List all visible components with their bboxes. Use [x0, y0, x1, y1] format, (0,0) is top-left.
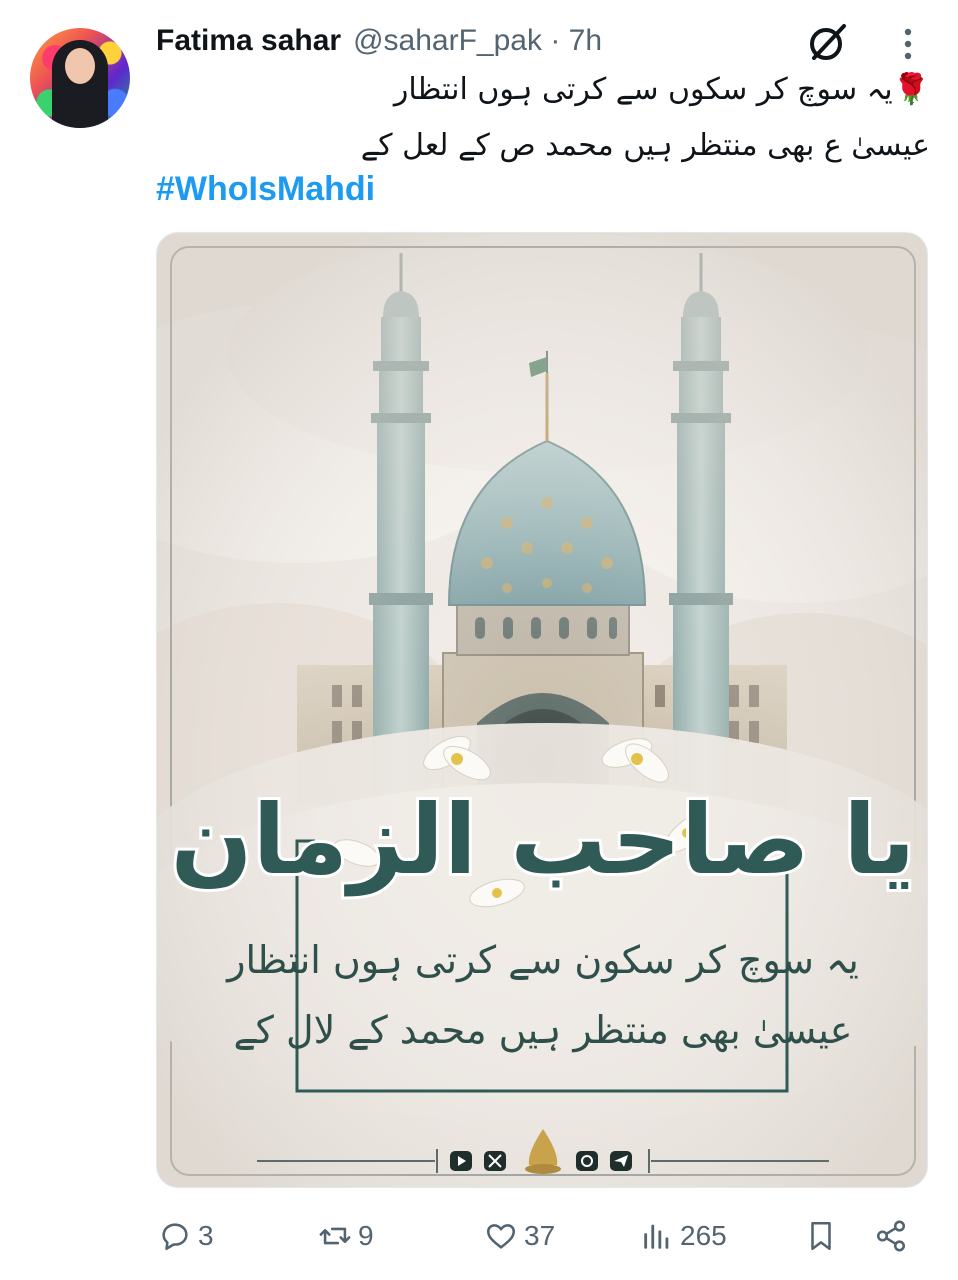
bookmark-button[interactable] [804, 1206, 838, 1266]
share-button[interactable] [874, 1206, 908, 1266]
telegram-icon [610, 1151, 632, 1171]
display-name[interactable]: Fatima sahar [156, 24, 341, 58]
reply-button[interactable]: 3 [158, 1206, 214, 1266]
avatar-face [65, 48, 95, 84]
mosque-illustration: یا صاحب الزمان یہ سوچ کر سکون سے کرتی ہو… [157, 233, 927, 1187]
reply-icon [162, 1223, 188, 1251]
action-bar: 3 9 37 265 [0, 1206, 958, 1266]
share-icon [876, 1220, 906, 1252]
reply-count: 3 [198, 1220, 214, 1251]
rose-emoji: 🌹 [892, 72, 930, 107]
poem-line-1: یہ سوچ کر سکون سے کرتی ہوں انتظار [225, 938, 859, 983]
author-row: Fatima sahar @saharF_pak · 7h [156, 24, 602, 64]
views-button[interactable]: 265 [640, 1206, 727, 1266]
post-time[interactable]: 7h [569, 24, 602, 57]
tweet-text-line-2: عیسیٰ ع بھی منتظر ہیں محمد ص کے لعل کے [360, 128, 930, 163]
avatar[interactable] [30, 28, 130, 128]
instagram-icon [576, 1151, 598, 1171]
x-logo-icon [484, 1151, 506, 1171]
repost-button[interactable]: 9 [318, 1206, 374, 1266]
like-button[interactable]: 37 [484, 1206, 555, 1266]
more-options-icon[interactable] [896, 24, 920, 64]
view-count: 265 [680, 1220, 727, 1251]
separator-dot: · [550, 24, 561, 57]
youtube-icon [450, 1151, 472, 1171]
calligraphy-text: یا صاحب الزمان [171, 784, 916, 896]
like-count: 37 [524, 1220, 556, 1251]
views-chart-icon [644, 1224, 669, 1249]
tweet-line-1-text: یہ سوچ کر سکوں سے کرتی ہوں انتظار [393, 72, 893, 107]
bookmark-icon [811, 1221, 831, 1251]
heart-icon [486, 1224, 516, 1249]
repost-count: 9 [358, 1220, 374, 1251]
handle-text: @saharF_pak [353, 24, 542, 57]
repost-icon [319, 1227, 351, 1245]
tweet-text-line-1: 🌹یہ سوچ کر سکوں سے کرتی ہوں انتظار [394, 72, 930, 107]
post-image[interactable]: یا صاحب الزمان یہ سوچ کر سکون سے کرتی ہو… [156, 232, 928, 1188]
hashtag-link[interactable]: #WhoIsMahdi [156, 170, 375, 209]
handle[interactable]: @saharF_pak · 7h [353, 24, 602, 58]
grok-icon[interactable] [806, 20, 850, 64]
poem-line-2: عیسیٰ بھی منتظر ہیں محمد کے لال کے [234, 1008, 853, 1053]
